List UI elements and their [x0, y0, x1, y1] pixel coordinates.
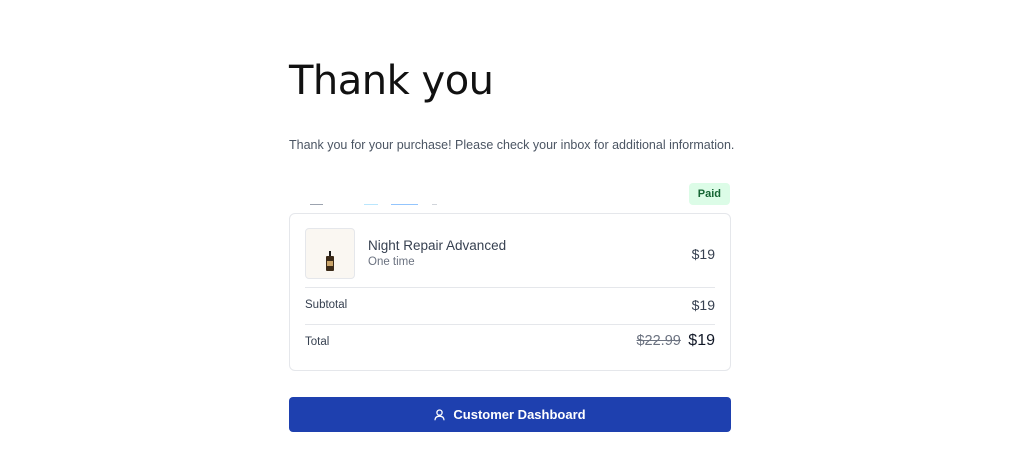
line-item: Night Repair Advanced One time $19: [305, 228, 715, 280]
customer-dashboard-label: Customer Dashboard: [453, 407, 586, 422]
divider: [305, 324, 715, 325]
customer-dashboard-button[interactable]: Customer Dashboard: [289, 397, 731, 432]
order-summary-card: Night Repair Advanced One time $19 Subto…: [289, 213, 731, 371]
page-title: Thank you: [289, 58, 494, 104]
total-row: Total $22.99 $19: [305, 332, 715, 353]
status-badge: Paid: [688, 183, 730, 205]
subtotal-row: Subtotal $19: [305, 296, 715, 316]
final-price: $19: [688, 332, 715, 349]
user-icon: [434, 408, 446, 421]
product-thumbnail: [305, 228, 355, 279]
original-price: $22.99: [636, 333, 681, 349]
product-name: Night Repair Advanced: [368, 238, 507, 253]
purchase-frequency: One time: [368, 256, 415, 268]
subtotal-label: Subtotal: [305, 299, 348, 311]
total-label: Total: [305, 336, 330, 348]
confirmation-message: Thank you for your purchase! Please chec…: [289, 138, 735, 152]
item-price: $19: [691, 246, 715, 262]
divider: [305, 287, 715, 288]
total-value: $22.99 $19: [636, 332, 715, 350]
serum-bottle-icon: [326, 251, 334, 271]
decorative-lines: [289, 204, 449, 206]
subtotal-value: $19: [691, 297, 715, 313]
